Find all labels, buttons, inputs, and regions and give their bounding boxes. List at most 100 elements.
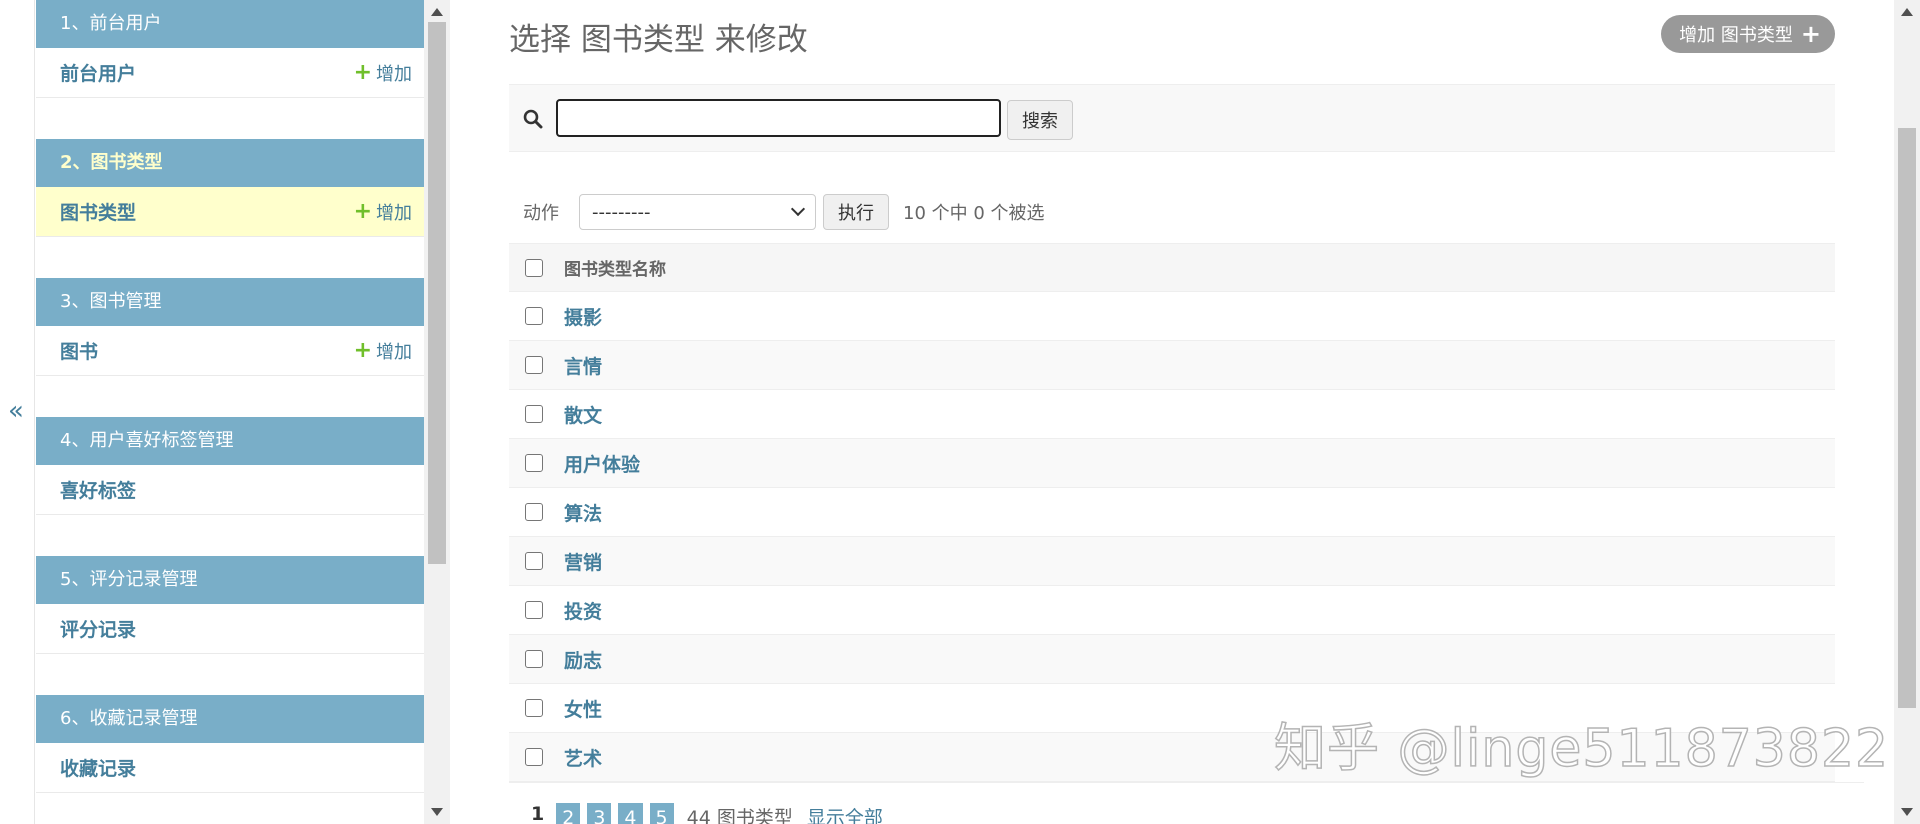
show-all-link[interactable]: 显示全部 xyxy=(807,803,883,824)
add-link[interactable]: + 增加 xyxy=(354,338,412,364)
table-row: 艺术 xyxy=(509,733,1835,782)
row-checkbox[interactable] xyxy=(525,748,543,766)
model-row: 评分记录 xyxy=(36,604,424,654)
plus-icon: + xyxy=(353,198,372,224)
content-main: 选择 图书类型 来修改 增加 图书类型 + 搜索 动作 --------- 执行… xyxy=(509,0,1864,824)
module-caption[interactable]: 2、图书类型 xyxy=(36,139,424,187)
scrollbar-thumb[interactable] xyxy=(1898,128,1916,708)
row-link[interactable]: 散文 xyxy=(564,401,602,428)
execute-button[interactable]: 执行 xyxy=(823,194,889,230)
table-row: 投资 xyxy=(509,586,1835,635)
module-caption[interactable]: 5、评分记录管理 xyxy=(36,556,424,604)
paginator: 1 2 3 4 5 44 图书类型 显示全部 xyxy=(509,782,1864,824)
scroll-up-arrow-icon[interactable] xyxy=(431,8,443,16)
model-link[interactable]: 图书 xyxy=(60,337,98,364)
model-row: 收藏记录 xyxy=(36,743,424,793)
table-row: 励志 xyxy=(509,635,1835,684)
sidebar-toggle-strip: « xyxy=(0,0,35,824)
action-label: 动作 xyxy=(523,203,559,224)
selection-counter: 10 个中 0 个被选 xyxy=(903,203,1045,224)
row-checkbox[interactable] xyxy=(525,601,543,619)
row-checkbox[interactable] xyxy=(525,699,543,717)
plus-icon: + xyxy=(1800,20,1821,48)
select-all-checkbox[interactable] xyxy=(525,258,543,277)
action-select[interactable]: --------- xyxy=(579,194,816,230)
plus-icon: + xyxy=(353,337,372,363)
module-books: 3、图书管理 图书 + 增加 xyxy=(36,278,424,376)
page-link[interactable]: 4 xyxy=(618,803,643,824)
row-link[interactable]: 营销 xyxy=(564,548,602,575)
module-caption[interactable]: 3、图书管理 xyxy=(36,278,424,326)
search-icon xyxy=(523,109,543,129)
row-link[interactable]: 艺术 xyxy=(564,744,602,771)
current-page: 1 xyxy=(531,803,545,824)
module-preference-tags: 4、用户喜好标签管理 喜好标签 xyxy=(36,417,424,515)
table-row: 算法 xyxy=(509,488,1835,537)
add-book-type-button[interactable]: 增加 图书类型 + xyxy=(1661,15,1835,53)
table-row: 营销 xyxy=(509,537,1835,586)
action-select-value: --------- xyxy=(592,201,651,223)
table-row: 女性 xyxy=(509,684,1835,733)
table-row: 用户体验 xyxy=(509,439,1835,488)
model-link[interactable]: 收藏记录 xyxy=(60,754,136,781)
result-total: 44 图书类型 xyxy=(686,807,793,824)
model-link[interactable]: 评分记录 xyxy=(60,615,136,642)
add-link-label: 增加 xyxy=(376,202,412,224)
page-link[interactable]: 5 xyxy=(649,803,674,824)
scrollbar-thumb[interactable] xyxy=(428,22,446,564)
table-row: 摄影 xyxy=(509,292,1835,341)
model-link[interactable]: 图书类型 xyxy=(60,198,136,225)
row-link[interactable]: 投资 xyxy=(564,597,602,624)
model-row: 前台用户 + 增加 xyxy=(36,48,424,98)
module-caption[interactable]: 4、用户喜好标签管理 xyxy=(36,417,424,465)
page-scrollbar[interactable] xyxy=(1894,0,1920,824)
row-link[interactable]: 摄影 xyxy=(564,303,602,330)
row-link[interactable]: 用户体验 xyxy=(564,450,640,477)
model-row: 喜好标签 xyxy=(36,465,424,515)
row-checkbox[interactable] xyxy=(525,405,543,423)
add-link[interactable]: + 增加 xyxy=(354,60,412,86)
scroll-up-arrow-icon[interactable] xyxy=(1901,8,1913,16)
row-link[interactable]: 言情 xyxy=(564,352,602,379)
add-link[interactable]: + 增加 xyxy=(354,199,412,225)
module-caption[interactable]: 6、收藏记录管理 xyxy=(36,695,424,743)
actions-bar: 动作 --------- 执行 10 个中 0 个被选 xyxy=(509,190,1835,234)
module-ratings: 5、评分记录管理 评分记录 xyxy=(36,556,424,654)
plus-icon: + xyxy=(353,59,372,85)
row-link[interactable]: 算法 xyxy=(564,499,602,526)
table-header: 图书类型名称 xyxy=(509,243,1835,292)
page-title: 选择 图书类型 来修改 xyxy=(509,22,808,58)
sidebar-scrollbar[interactable] xyxy=(424,0,450,824)
add-link-label: 增加 xyxy=(376,341,412,363)
scroll-down-arrow-icon[interactable] xyxy=(431,808,443,816)
collapse-sidebar-toggle[interactable]: « xyxy=(8,396,24,426)
row-checkbox[interactable] xyxy=(525,454,543,472)
model-link[interactable]: 前台用户 xyxy=(60,59,136,86)
page-link[interactable]: 3 xyxy=(587,803,612,824)
page-link[interactable]: 2 xyxy=(556,803,581,824)
model-link[interactable]: 喜好标签 xyxy=(60,476,136,503)
row-checkbox[interactable] xyxy=(525,503,543,521)
module-favorites: 6、收藏记录管理 收藏记录 xyxy=(36,695,424,793)
search-toolbar: 搜索 xyxy=(509,84,1835,152)
search-button[interactable]: 搜索 xyxy=(1007,100,1073,140)
table-row: 言情 xyxy=(509,341,1835,390)
row-link[interactable]: 女性 xyxy=(564,695,602,722)
module-caption[interactable]: 1、前台用户 xyxy=(36,0,424,48)
chevron-down-icon xyxy=(790,201,806,217)
module-frontend-users: 1、前台用户 前台用户 + 增加 xyxy=(36,0,424,98)
model-row: 图书 + 增加 xyxy=(36,326,424,376)
result-table: 图书类型名称 摄影 言情 散文 用户体验 算法 营销 投资 励志 女性 艺术 xyxy=(509,243,1835,782)
table-row: 散文 xyxy=(509,390,1835,439)
row-checkbox[interactable] xyxy=(525,650,543,668)
row-checkbox[interactable] xyxy=(525,552,543,570)
search-input[interactable] xyxy=(556,99,1001,137)
sidebar-nav: 1、前台用户 前台用户 + 增加 2、图书类型 图书类型 + 增加 3、图书管理 图… xyxy=(36,0,424,824)
row-checkbox[interactable] xyxy=(525,307,543,325)
column-header-name[interactable]: 图书类型名称 xyxy=(564,255,666,280)
add-button-label: 增加 图书类型 xyxy=(1679,25,1793,46)
row-link[interactable]: 励志 xyxy=(564,646,602,673)
row-checkbox[interactable] xyxy=(525,356,543,374)
module-book-types: 2、图书类型 图书类型 + 增加 xyxy=(36,139,424,237)
scroll-down-arrow-icon[interactable] xyxy=(1901,808,1913,816)
